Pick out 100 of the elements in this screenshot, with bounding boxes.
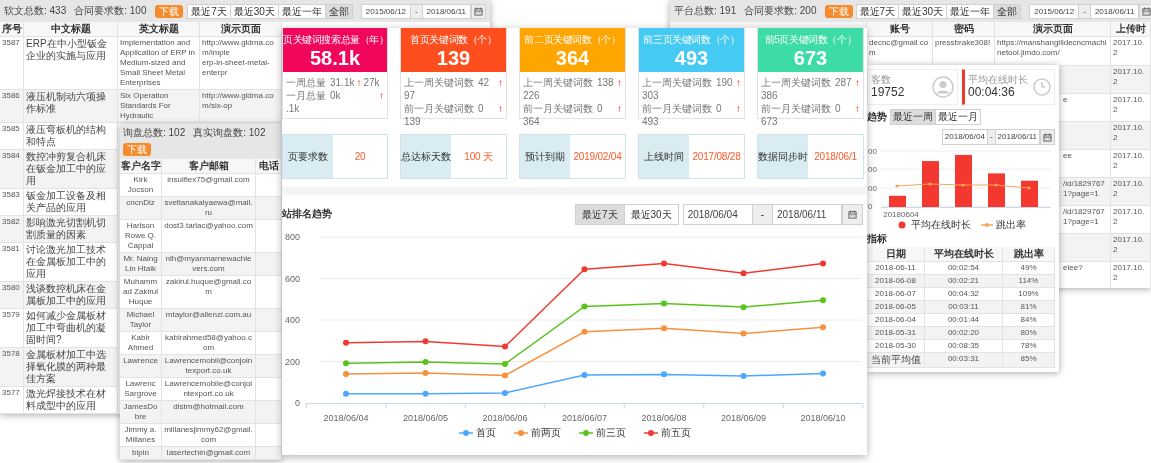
stat-value: 287 (835, 77, 852, 88)
column-header: 中文标题 (24, 22, 118, 37)
table-cell: 激光焊接技术在材料成型中的应用 (24, 387, 118, 414)
stat-text: 真实询盘数: 102 (193, 127, 266, 139)
clock-icon (1033, 78, 1051, 96)
trend-arrow: ↑ (855, 102, 860, 115)
axis-label: 2018/06/09 (721, 413, 766, 423)
stat-label: 上一周关键词数 (523, 77, 593, 88)
data-point (661, 371, 667, 378)
range-tab[interactable]: 最近一年 (277, 3, 326, 19)
data-point (740, 330, 747, 337)
table-cell: bipin (120, 447, 162, 460)
data-point (820, 370, 826, 377)
table-cell: Mr. Naing Lin Htaik (120, 253, 162, 276)
calendar-button[interactable] (471, 3, 486, 19)
legend-label: 前三页 (595, 427, 626, 439)
table-cell: 影响激光切割机切割质量的因素 (24, 216, 118, 243)
stat-label: 上一周关键词数 (404, 77, 474, 88)
stat-value: 673 (761, 116, 778, 127)
calendar-button[interactable] (842, 203, 863, 225)
stat-value: 00:04:36 (968, 85, 1016, 100)
card-value: 58.1k (308, 46, 362, 70)
axis-label: 200 (284, 356, 300, 367)
range-tab[interactable]: 全部 (324, 3, 353, 19)
date-field[interactable]: 2015/06/12 (360, 3, 411, 19)
date-field[interactable]: 2018/06/11 (1089, 3, 1140, 19)
url-text[interactable]: erp-in-sheet-metal-enterpr (202, 58, 279, 78)
date-field[interactable]: 2018/06/11 (772, 203, 842, 225)
stat-value: 42 (478, 77, 490, 88)
table-cell: Six Operation Standards For Hydraulic (118, 90, 200, 123)
trend-arrow: ↑ (379, 89, 384, 102)
table-cell: Lawrence (120, 355, 162, 378)
axis-label: 2018/06/07 (562, 413, 607, 423)
range-tab[interactable]: 最近一月 (935, 109, 981, 125)
range-tab[interactable]: 最近7天 (187, 3, 231, 19)
data-point (422, 358, 429, 365)
range-tab[interactable]: 最近30天 (623, 203, 679, 225)
axis-label: 800 (284, 232, 300, 242)
column-header: 日期 (867, 247, 925, 262)
stat-value: 303 (642, 90, 659, 101)
date-field[interactable]: 2018/06/04 (941, 129, 988, 145)
table-cell: 2017.10.2 (1111, 66, 1151, 94)
stat-value: 27k (363, 76, 380, 89)
axis-label: 2018/06/05 (403, 413, 448, 423)
table-cell: 2017.10.2 (1111, 262, 1151, 288)
calendar-button[interactable] (1040, 129, 1055, 145)
stat-label: 平均在线时长 (968, 74, 1028, 85)
calendar-icon (848, 209, 857, 219)
url-text[interactable]: e (1063, 95, 1068, 105)
range-tab[interactable]: 最近7天 (574, 203, 625, 225)
stat-value: 19752 (871, 85, 905, 100)
axis-label: 2018/06/10 (800, 413, 846, 423)
trend-arrow: ↑ (736, 76, 741, 89)
column-header: 跳出率 (1003, 247, 1055, 262)
data-point (502, 372, 508, 379)
data-point (820, 297, 826, 304)
date-separator: - (1079, 3, 1090, 19)
range-tab[interactable]: 最近一年 (946, 3, 995, 19)
table-cell: nlh@myanmarnewachievers.com (162, 253, 256, 276)
section-title: 指标 (867, 233, 888, 245)
date-field[interactable]: 2018/06/04 (682, 203, 753, 225)
stat-value: 0 (835, 103, 841, 114)
range-tab[interactable]: 全部 (993, 3, 1022, 19)
stat-value: 0 (478, 103, 484, 114)
data-point (343, 339, 349, 346)
stat-text: 平台总数: 191 (674, 5, 737, 17)
axis-label: 20180604 (883, 210, 919, 219)
data-point (581, 266, 588, 273)
table-cell: 80% (1003, 327, 1055, 340)
date-field[interactable]: 2018/06/11 (994, 129, 1040, 145)
url-text[interactable]: ee (1063, 151, 1072, 161)
date-field[interactable]: 2018/06/11 (421, 3, 471, 19)
url-text[interactable]: /id/18297671?page=1 (1063, 179, 1108, 199)
stat-value: 0k (330, 90, 341, 101)
date-field[interactable]: 2015/06/12 (1029, 3, 1080, 19)
range-tab[interactable]: 最近7天 (855, 3, 900, 19)
range-tab[interactable]: 最近30天 (229, 3, 279, 19)
legend-label: 跳出率 (996, 219, 1026, 231)
data-point (502, 343, 508, 350)
stat-value: 190 (716, 77, 733, 88)
url-text[interactable]: /id/18297671?page=1 (1063, 207, 1108, 227)
url-text[interactable]: elee? (1063, 263, 1083, 273)
range-tab[interactable]: 最近30天 (898, 3, 948, 19)
url-text[interactable]: https://manshangilidecncmachinetool.jimdo.com/ (997, 38, 1108, 58)
info-label: 上线时间 (639, 135, 689, 178)
stat-label: 上一周关键词数 (761, 77, 831, 88)
range-tab[interactable]: 最近一周 (890, 109, 936, 125)
column-header: 平均在线时长 (925, 247, 1003, 262)
calendar-button[interactable] (1139, 3, 1151, 19)
table-cell: 00:03:31 (925, 353, 1003, 368)
legend-label: 平均在线时长 (911, 219, 971, 231)
stat-label: 客数 (871, 74, 892, 85)
legend-label: 前两页 (530, 427, 561, 439)
table-cell: 81% (1003, 301, 1055, 314)
card-title: 前二页关键词数（个） (523, 33, 622, 46)
stat-value: .1k (286, 103, 300, 114)
calendar-icon (474, 6, 483, 16)
column-header: 演示页面 (200, 22, 282, 37)
section-title: 站排名趋势 (282, 208, 332, 220)
url-text[interactable]: http://www.gldma.com/six-op (202, 91, 279, 111)
